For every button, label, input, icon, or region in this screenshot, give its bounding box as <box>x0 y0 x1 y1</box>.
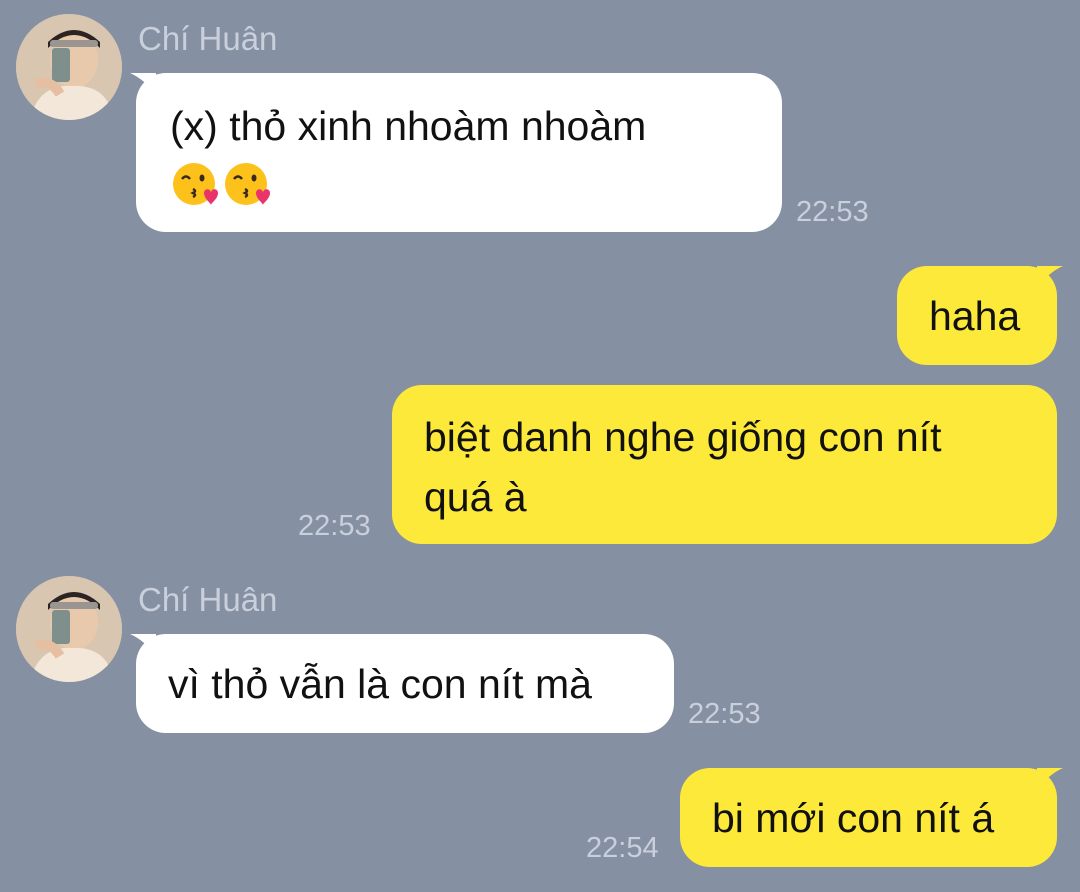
bubble-tail-icon <box>130 634 156 656</box>
message-timestamp: 22:54 <box>586 832 659 864</box>
bubble-tail-icon <box>1037 266 1063 288</box>
message-text: vì thỏ vẫn là con nít mà <box>168 661 592 707</box>
sender-name: Chí Huân <box>138 581 278 618</box>
chat-thread: Chí Huân (x) thỏ xinh nhoàm nhoàm 22:53 <box>0 0 1080 892</box>
message-text: (x) thỏ xinh nhoàm nhoàm <box>170 103 647 149</box>
sender-name: Chí Huân <box>138 20 278 57</box>
message-bubble-incoming[interactable]: (x) thỏ xinh nhoàm nhoàm <box>130 73 782 232</box>
bubble-tail-icon <box>1037 768 1063 790</box>
message-bubble-outgoing[interactable]: biệt danh nghe giống con nít quá à <box>392 385 1057 544</box>
message-bubble-incoming[interactable]: vì thỏ vẫn là con nít mà <box>130 634 674 733</box>
message-timestamp: 22:53 <box>298 510 371 542</box>
kissing-face-with-heart-emoji-icon <box>225 163 270 205</box>
message-bubble-outgoing[interactable]: haha <box>897 266 1063 365</box>
message-text-line: biệt danh nghe giống con nít <box>424 414 942 460</box>
kissing-face-with-heart-emoji-icon <box>173 163 218 205</box>
bubble-tail-icon <box>130 73 156 95</box>
sender-avatar[interactable] <box>16 14 122 120</box>
emoji-row <box>170 159 748 211</box>
message-text: haha <box>929 293 1021 339</box>
avatar-photo-icon <box>16 576 122 682</box>
message-timestamp: 22:53 <box>796 196 869 228</box>
sender-avatar[interactable] <box>16 576 122 682</box>
message-text: bi mới con nít á <box>712 795 995 841</box>
message-text-line: quá à <box>424 474 527 520</box>
avatar-photo-icon <box>16 14 122 120</box>
message-bubble-outgoing[interactable]: bi mới con nít á <box>680 768 1063 867</box>
message-timestamp: 22:53 <box>688 698 761 730</box>
